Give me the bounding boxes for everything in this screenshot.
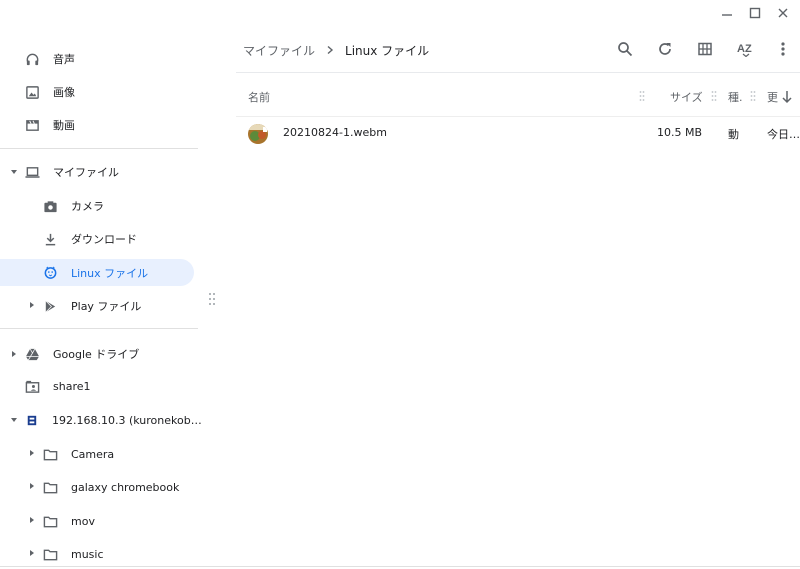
sidebar-item-label: share1 (53, 379, 91, 393)
penguin-icon (42, 265, 58, 281)
sidebar-item-label: galaxy chromebook (71, 480, 180, 494)
sidebar-item-label: Linux ファイル (71, 266, 149, 280)
column-header-type[interactable]: 種. (728, 86, 743, 108)
chevron-right-icon (325, 45, 335, 55)
column-resize-handle[interactable] (639, 90, 645, 102)
file-name: 20210824-1.webm (283, 126, 387, 139)
sidebar-item-linux-files[interactable]: Linux ファイル (0, 259, 194, 286)
download-icon (42, 231, 58, 247)
sidebar-item-network-share[interactable]: 192.168.10.3 (kuronekob… (20, 407, 202, 433)
sort-az-icon[interactable]: AZ (736, 38, 756, 60)
folder-icon (42, 479, 58, 495)
list-divider (236, 116, 800, 117)
sidebar-item-label: Camera (71, 447, 115, 461)
sidebar-item-downloads[interactable]: ダウンロード (0, 226, 198, 252)
expand-arrow-icon[interactable] (28, 449, 36, 457)
breadcrumb-current[interactable]: Linux ファイル (345, 42, 429, 59)
sidebar-resize-handle[interactable] (208, 292, 216, 306)
expand-arrow-icon[interactable] (10, 168, 18, 176)
expand-arrow-icon[interactable] (28, 482, 36, 490)
header-divider (236, 72, 800, 73)
sidebar-item-label: Play ファイル (71, 300, 142, 313)
list-item[interactable]: 20210824-1.webm 10.5 MB 動 今日… (236, 119, 800, 149)
sidebar-item-camera[interactable]: カメラ (0, 193, 198, 219)
close-icon[interactable] (776, 6, 790, 20)
column-resize-handle[interactable] (711, 90, 717, 102)
laptop-icon (24, 164, 40, 180)
image-icon (24, 84, 40, 100)
sidebar-item-folder[interactable]: Camera (38, 441, 198, 467)
breadcrumb: マイファイル Linux ファイル (243, 40, 429, 60)
sidebar-item-folder[interactable]: galaxy chromebook (38, 474, 198, 500)
window-bottom-border (0, 566, 800, 567)
column-header-size[interactable]: サイズ (670, 86, 703, 108)
sidebar-item-label: カメラ (71, 200, 104, 213)
play-icon (42, 298, 58, 314)
sidebar-item-my-files[interactable]: マイファイル (20, 159, 198, 185)
sidebar-item-folder[interactable]: mov (38, 508, 198, 534)
sidebar-item-label: Google ドライブ (53, 348, 140, 361)
file-size: 10.5 MB (657, 126, 703, 139)
sidebar-item-label: 192.168.10.3 (kuronekob… (52, 413, 202, 427)
sidebar-item-label: mov (71, 514, 95, 528)
sidebar-item-google-drive[interactable]: Google ドライブ (20, 341, 198, 367)
sidebar-item-label: 動画 (53, 119, 75, 132)
expand-arrow-icon[interactable] (28, 549, 36, 557)
google-drive-icon (24, 346, 40, 362)
svg-text:AZ: AZ (737, 43, 752, 55)
sidebar-item-label: ダウンロード (71, 233, 137, 246)
search-icon[interactable] (616, 38, 634, 60)
grid-view-icon[interactable] (696, 38, 714, 60)
breadcrumb-parent[interactable]: マイファイル (243, 42, 315, 59)
file-date: 今日… (767, 128, 800, 141)
refresh-icon[interactable] (656, 38, 674, 60)
sidebar-item-label: 画像 (53, 86, 75, 99)
sidebar-divider (0, 328, 198, 329)
column-resize-handle[interactable] (750, 90, 756, 102)
sidebar-item-videos[interactable]: 動画 (0, 112, 198, 138)
network-share-icon (24, 412, 39, 428)
toolbar: AZ (616, 38, 788, 60)
column-header-name[interactable]: 名前 (248, 86, 270, 108)
folder-icon (42, 546, 58, 562)
expand-arrow-icon[interactable] (28, 301, 36, 309)
column-header-date[interactable]: 更 (767, 86, 778, 108)
camera-icon (42, 198, 58, 214)
maximize-icon[interactable] (748, 6, 762, 20)
file-type: 動 (728, 128, 739, 141)
sidebar: 音声 画像 動画 マイファイル カメラ ダウンロード Linux ファイル Pl… (0, 36, 202, 569)
sidebar-item-folder[interactable]: music (38, 541, 198, 567)
folder-icon (42, 446, 58, 462)
sidebar-item-label: 音声 (53, 53, 75, 66)
more-vert-icon[interactable] (778, 38, 788, 60)
video-icon (24, 117, 40, 133)
shared-folder-icon (24, 378, 40, 394)
video-thumbnail (248, 124, 268, 144)
sidebar-item-label: マイファイル (53, 166, 119, 179)
sidebar-item-audio[interactable]: 音声 (0, 46, 198, 72)
minimize-icon[interactable] (720, 6, 734, 20)
headphones-icon (24, 51, 40, 67)
expand-arrow-icon[interactable] (10, 416, 18, 424)
sidebar-item-label: music (71, 547, 104, 561)
expand-arrow-icon[interactable] (28, 516, 36, 524)
folder-icon (42, 513, 58, 529)
window-controls (720, 6, 790, 20)
sidebar-item-share1[interactable]: share1 (20, 373, 198, 399)
sidebar-divider (0, 148, 198, 149)
sort-arrow-down-icon[interactable] (781, 90, 793, 104)
sidebar-item-play-files[interactable]: Play ファイル (38, 293, 198, 319)
expand-arrow-icon[interactable] (10, 350, 18, 358)
sidebar-item-images[interactable]: 画像 (0, 79, 198, 105)
